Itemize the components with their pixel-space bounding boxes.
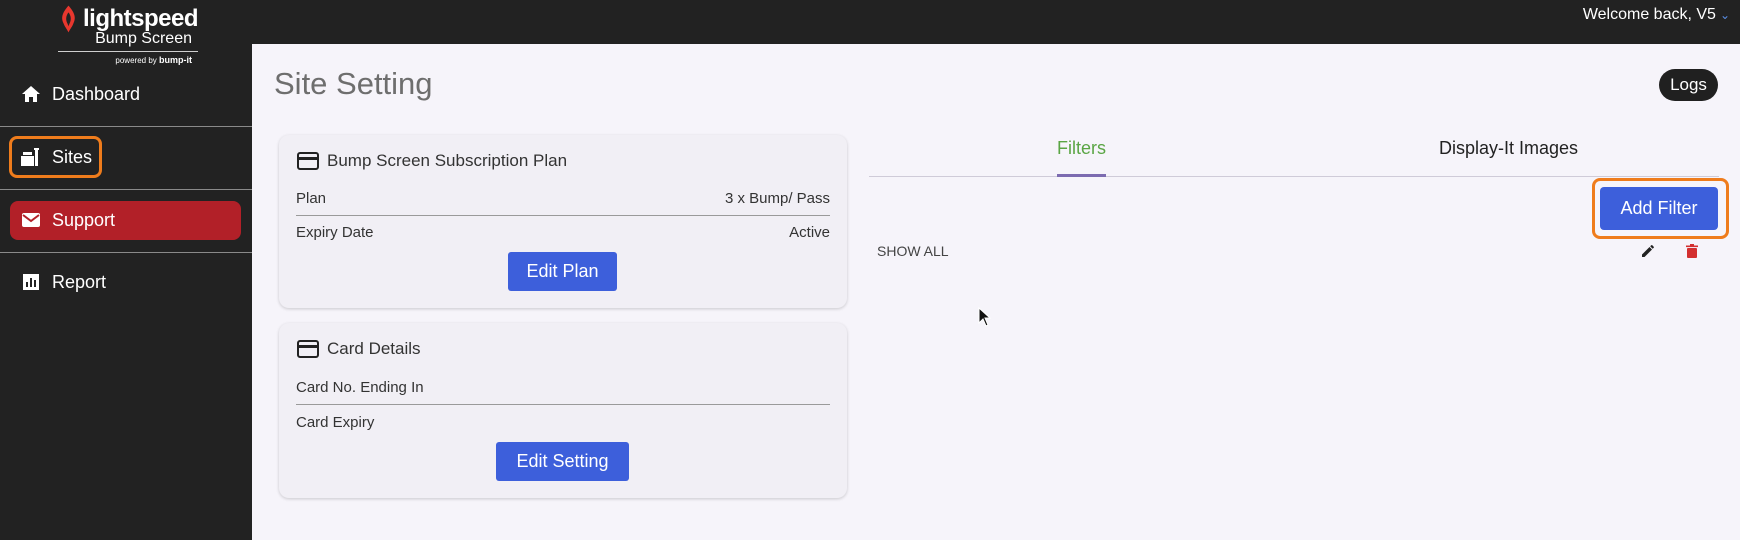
card-details-card: Card Details Card No. Ending In Card Exp… [279,323,847,498]
home-icon [20,83,42,105]
powered-by: powered by bump-it [58,55,198,65]
card-header: Card Details [297,339,421,359]
nav-divider [0,252,252,253]
card-header: Bump Screen Subscription Plan [297,151,567,171]
tab-filters[interactable]: Filters [1057,138,1106,159]
chevron-down-icon: ⌄ [1719,8,1730,22]
edit-plan-button[interactable]: Edit Plan [508,252,617,291]
page-title: Site Setting [274,66,433,101]
mail-icon [20,209,42,231]
mouse-cursor-icon [978,307,992,327]
add-filter-button[interactable]: Add Filter [1600,187,1718,230]
brand-logo: lightspeed Bump Screen powered by bump-i… [58,4,199,70]
sites-icon [20,146,42,168]
row-label: Card No. Ending In [296,379,424,396]
sidebar-item-sites[interactable]: Sites [0,133,252,181]
row-divider [296,404,830,405]
credit-card-icon [297,340,319,358]
sidebar-item-label: Support [52,209,116,230]
card-expiry-row: Card Expiry [296,414,830,431]
plan-row: Plan 3 x Bump/ Pass [296,190,830,207]
card-title: Card Details [327,339,421,358]
lightspeed-flame-icon [62,5,75,33]
card-number-row: Card No. Ending In [296,379,830,396]
tabs-divider [869,176,1719,177]
nav-divider [0,126,252,127]
subscription-card: Bump Screen Subscription Plan Plan 3 x B… [279,135,847,308]
row-label: Plan [296,190,327,207]
sidebar-item-dashboard[interactable]: Dashboard [0,70,252,118]
row-divider [296,215,830,216]
active-tab-indicator [1057,174,1106,177]
row-value: Active [789,224,830,241]
top-bar: Welcome back, V5 ⌄ [0,0,1740,44]
sidebar-item-report[interactable]: Report [0,258,252,306]
user-menu[interactable]: Welcome back, V5 ⌄ [1583,6,1730,24]
edit-setting-button[interactable]: Edit Setting [496,442,629,481]
delete-icon[interactable] [1684,243,1700,259]
nav-divider [0,189,252,190]
brand-product: Bump Screen [95,30,192,47]
expiry-row: Expiry Date Active [296,224,830,241]
sidebar-item-support[interactable]: Support [0,196,252,244]
edit-icon[interactable] [1640,243,1656,259]
powered-by-prefix: powered by [115,56,157,65]
report-icon [20,271,42,293]
credit-card-icon [297,152,319,170]
powered-by-name: bump-it [159,55,192,65]
row-label: Card Expiry [296,414,375,431]
welcome-text: Welcome back, V5 [1582,6,1716,23]
logs-button[interactable]: Logs [1659,69,1718,101]
sidebar: lightspeed Bump Screen powered by bump-i… [0,0,252,540]
tab-display-it-images[interactable]: Display-It Images [1439,138,1578,159]
brand-name: lightspeed [82,5,199,32]
filter-item-name: SHOW ALL [877,243,949,259]
sidebar-item-label: Sites [52,146,93,167]
card-title: Bump Screen Subscription Plan [327,151,568,170]
brand-divider [58,51,198,52]
row-value: 3 x Bump/ Pass [724,190,830,207]
sidebar-item-label: Dashboard [52,83,141,104]
row-label: Expiry Date [296,224,374,241]
sidebar-item-label: Report [52,271,107,292]
